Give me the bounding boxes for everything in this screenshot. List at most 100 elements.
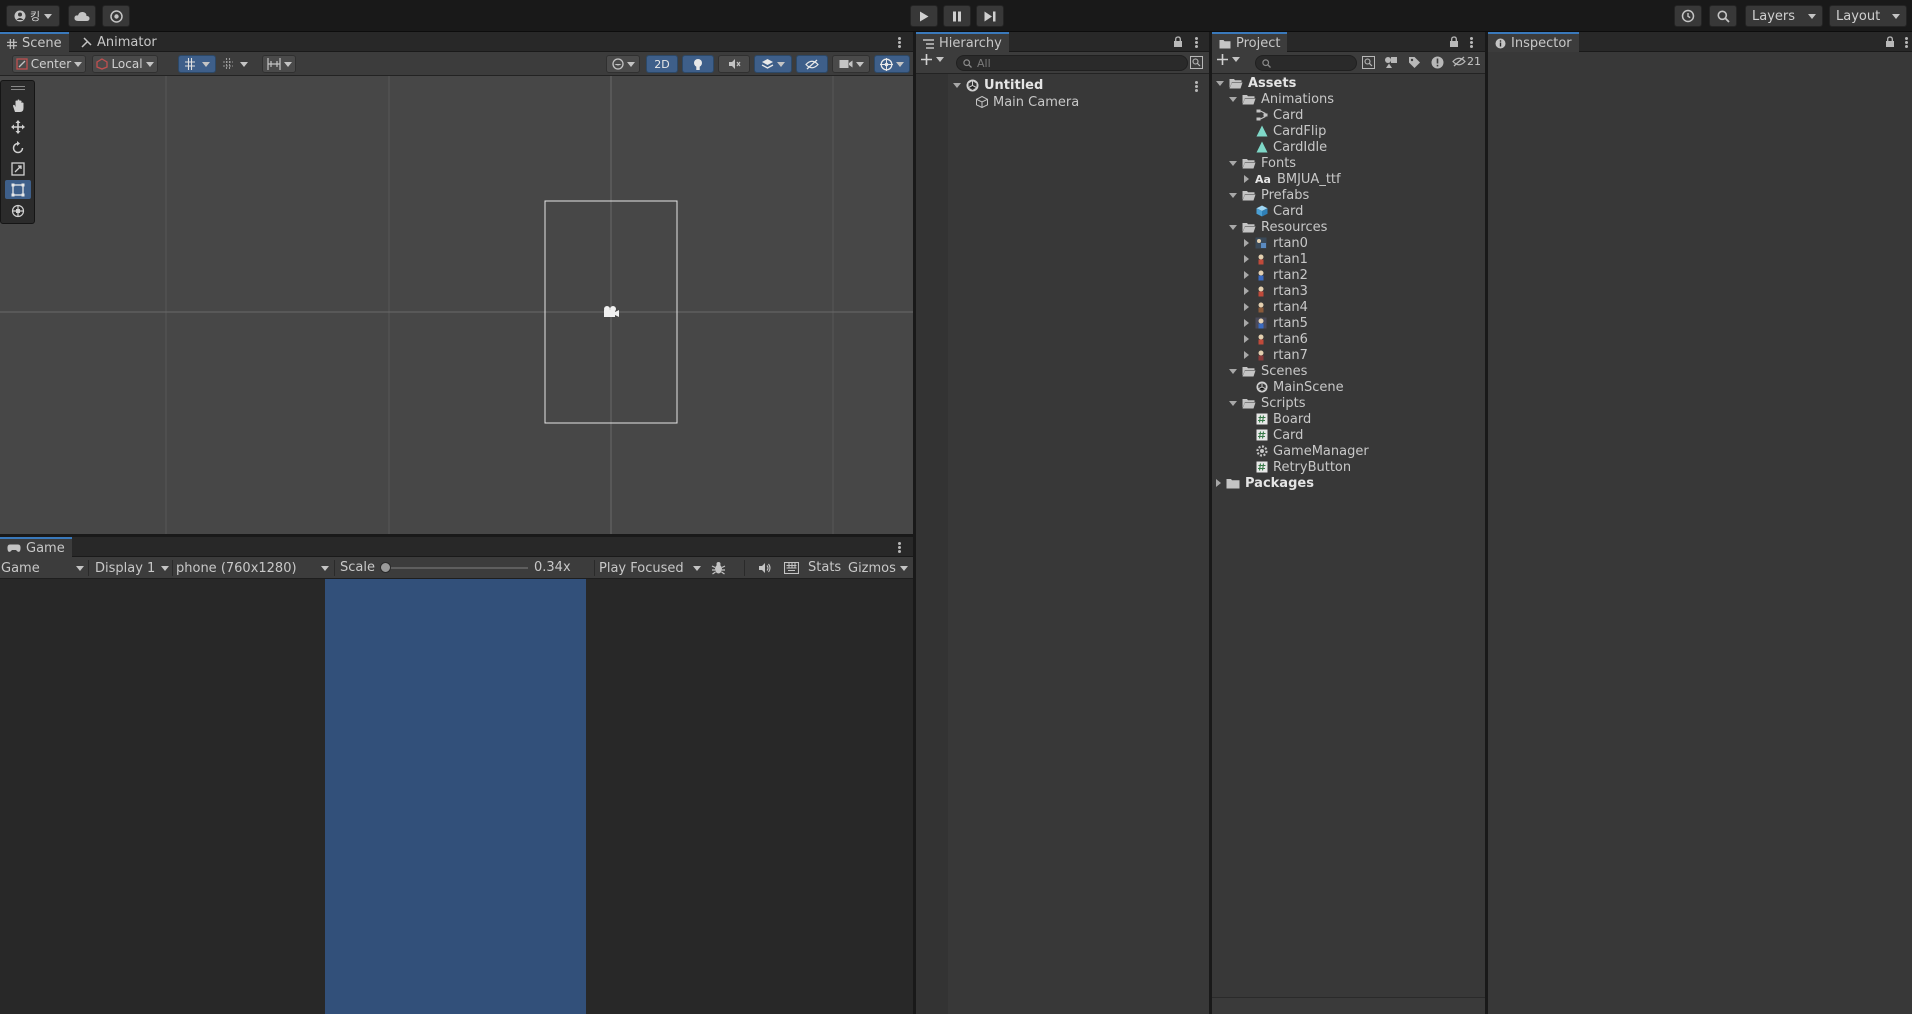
undo-history-button[interactable]	[1674, 5, 1702, 27]
asset-item[interactable]: rtan2	[1244, 267, 1308, 283]
pause-button[interactable]	[943, 5, 971, 27]
scene-row-untitled[interactable]: Untitled	[953, 77, 1043, 93]
scene-view[interactable]	[0, 76, 913, 534]
stats-button[interactable]: Stats	[808, 560, 841, 575]
filter-by-label-icon[interactable]	[1408, 56, 1421, 69]
game-view-select[interactable]: Game	[0, 557, 86, 579]
scene-menu-icon[interactable]	[898, 37, 901, 48]
increment-snap-toggle[interactable]	[220, 55, 250, 73]
debug-bug-icon[interactable]	[711, 561, 726, 575]
gizmos-dropdown[interactable]: Gizmos	[846, 557, 912, 579]
asset-item[interactable]: RetryButton	[1256, 459, 1351, 475]
asset-item[interactable]: rtan3	[1244, 283, 1308, 299]
search-scene-icon[interactable]	[1190, 56, 1203, 69]
asset-item[interactable]: Card	[1256, 427, 1303, 443]
transform-tool[interactable]	[5, 201, 31, 220]
asset-item[interactable]: Aa BMJUA_ttf	[1244, 171, 1341, 187]
asset-item[interactable]: rtan5	[1244, 315, 1308, 331]
asset-item[interactable]: rtan7	[1244, 347, 1308, 363]
move-tool[interactable]	[5, 117, 31, 136]
asset-item[interactable]: CardFlip	[1256, 123, 1326, 139]
asset-item[interactable]: MainScene	[1256, 379, 1344, 395]
tab-game[interactable]: Game	[0, 537, 72, 558]
filter-by-type-icon[interactable]	[1384, 56, 1398, 69]
keyboard-icon[interactable]	[784, 562, 799, 574]
rect-tool[interactable]	[5, 180, 31, 199]
project-menu-icon[interactable]	[1470, 37, 1473, 48]
tab-scene[interactable]: Scene	[0, 32, 69, 53]
play-mode-select[interactable]: Play Focused	[598, 557, 704, 579]
lock-icon[interactable]	[1173, 36, 1183, 47]
resolution-select[interactable]: phone (760x1280)	[174, 557, 332, 579]
hidden-packages-toggle[interactable]: 21	[1452, 55, 1481, 68]
hierarchy-search-field[interactable]: All	[956, 55, 1188, 71]
lock-icon[interactable]	[1449, 36, 1459, 47]
asset-item[interactable]: CardIdle	[1256, 139, 1327, 155]
gameobject-cube-icon	[976, 96, 988, 108]
asset-item[interactable]: Card	[1256, 203, 1303, 219]
scale-tool[interactable]	[5, 159, 31, 178]
scene-row-menu-icon[interactable]	[1195, 81, 1198, 92]
folder-packages[interactable]: Packages	[1216, 475, 1314, 491]
rotate-tool[interactable]	[5, 138, 31, 157]
effects-toggle[interactable]	[754, 55, 792, 73]
grid-snap-toggle[interactable]	[178, 55, 216, 73]
warning-filter-icon[interactable]	[1431, 56, 1444, 69]
inspector-menu-icon[interactable]	[1905, 37, 1908, 48]
search-in-scene-icon[interactable]	[1362, 56, 1375, 69]
game-menu-icon[interactable]	[898, 542, 901, 553]
gizmos-toggle[interactable]	[874, 55, 910, 73]
project-create-dropdown[interactable]	[1217, 54, 1240, 65]
hierarchy-menu-icon[interactable]	[1195, 37, 1198, 48]
game-view[interactable]	[0, 579, 913, 1014]
camera-gizmo-icon[interactable]	[601, 304, 620, 320]
folder-scripts[interactable]: Scripts	[1229, 395, 1305, 411]
folder-scenes[interactable]: Scenes	[1229, 363, 1307, 379]
info-icon	[1495, 38, 1506, 49]
tab-inspector[interactable]: Inspector	[1488, 32, 1579, 53]
step-button[interactable]	[976, 5, 1004, 27]
tab-hierarchy[interactable]: Hierarchy	[916, 32, 1009, 53]
tab-project[interactable]: Project	[1212, 32, 1288, 53]
hand-tool[interactable]	[5, 96, 31, 115]
palette-grip[interactable]	[11, 86, 25, 87]
scale-slider-thumb[interactable]	[380, 562, 391, 573]
asset-item[interactable]: rtan0	[1244, 235, 1308, 251]
visibility-toggle[interactable]	[796, 55, 828, 73]
camera-settings-toggle[interactable]	[832, 55, 870, 73]
cloud-button[interactable]	[68, 5, 96, 27]
asset-item[interactable]: Board	[1256, 411, 1311, 427]
asset-item[interactable]: rtan4	[1244, 299, 1308, 315]
account-dropdown[interactable]: 킹	[6, 5, 60, 27]
create-dropdown[interactable]	[921, 54, 944, 65]
folder-animations[interactable]: Animations	[1229, 91, 1334, 107]
search-button[interactable]	[1709, 5, 1737, 27]
asset-item[interactable]: rtan1	[1244, 251, 1308, 267]
draw-mode-toggle[interactable]	[606, 55, 640, 73]
display-select[interactable]: Display 1	[92, 557, 172, 579]
folder-fonts[interactable]: Fonts	[1229, 155, 1296, 171]
align-toggle[interactable]	[262, 55, 296, 73]
tab-animator[interactable]: Animator	[74, 32, 164, 53]
hierarchy-item-main-camera[interactable]: Main Camera	[976, 94, 1079, 110]
asset-item[interactable]: Card	[1256, 107, 1303, 123]
asset-item[interactable]: GameManager	[1256, 443, 1369, 459]
audio-toggle[interactable]	[718, 55, 750, 73]
play-button[interactable]	[910, 5, 938, 27]
layers-dropdown[interactable]: Layers	[1745, 5, 1823, 27]
asset-label: rtan1	[1273, 251, 1308, 267]
lock-icon[interactable]	[1885, 36, 1895, 47]
folder-prefabs[interactable]: Prefabs	[1229, 187, 1309, 203]
project-search-field[interactable]	[1255, 55, 1357, 71]
audio-icon[interactable]	[758, 562, 772, 574]
space-toggle[interactable]: Local	[92, 55, 158, 73]
layout-dropdown[interactable]: Layout	[1829, 5, 1907, 27]
lighting-toggle[interactable]	[682, 55, 714, 73]
asset-item[interactable]: rtan6	[1244, 331, 1308, 347]
scale-slider[interactable]	[380, 562, 528, 573]
folder-assets[interactable]: Assets	[1216, 75, 1296, 91]
pivot-toggle[interactable]: Center	[12, 55, 86, 73]
collab-button[interactable]	[102, 5, 130, 27]
mode-2d-toggle[interactable]: 2D	[646, 55, 678, 73]
folder-resources[interactable]: Resources	[1229, 219, 1327, 235]
